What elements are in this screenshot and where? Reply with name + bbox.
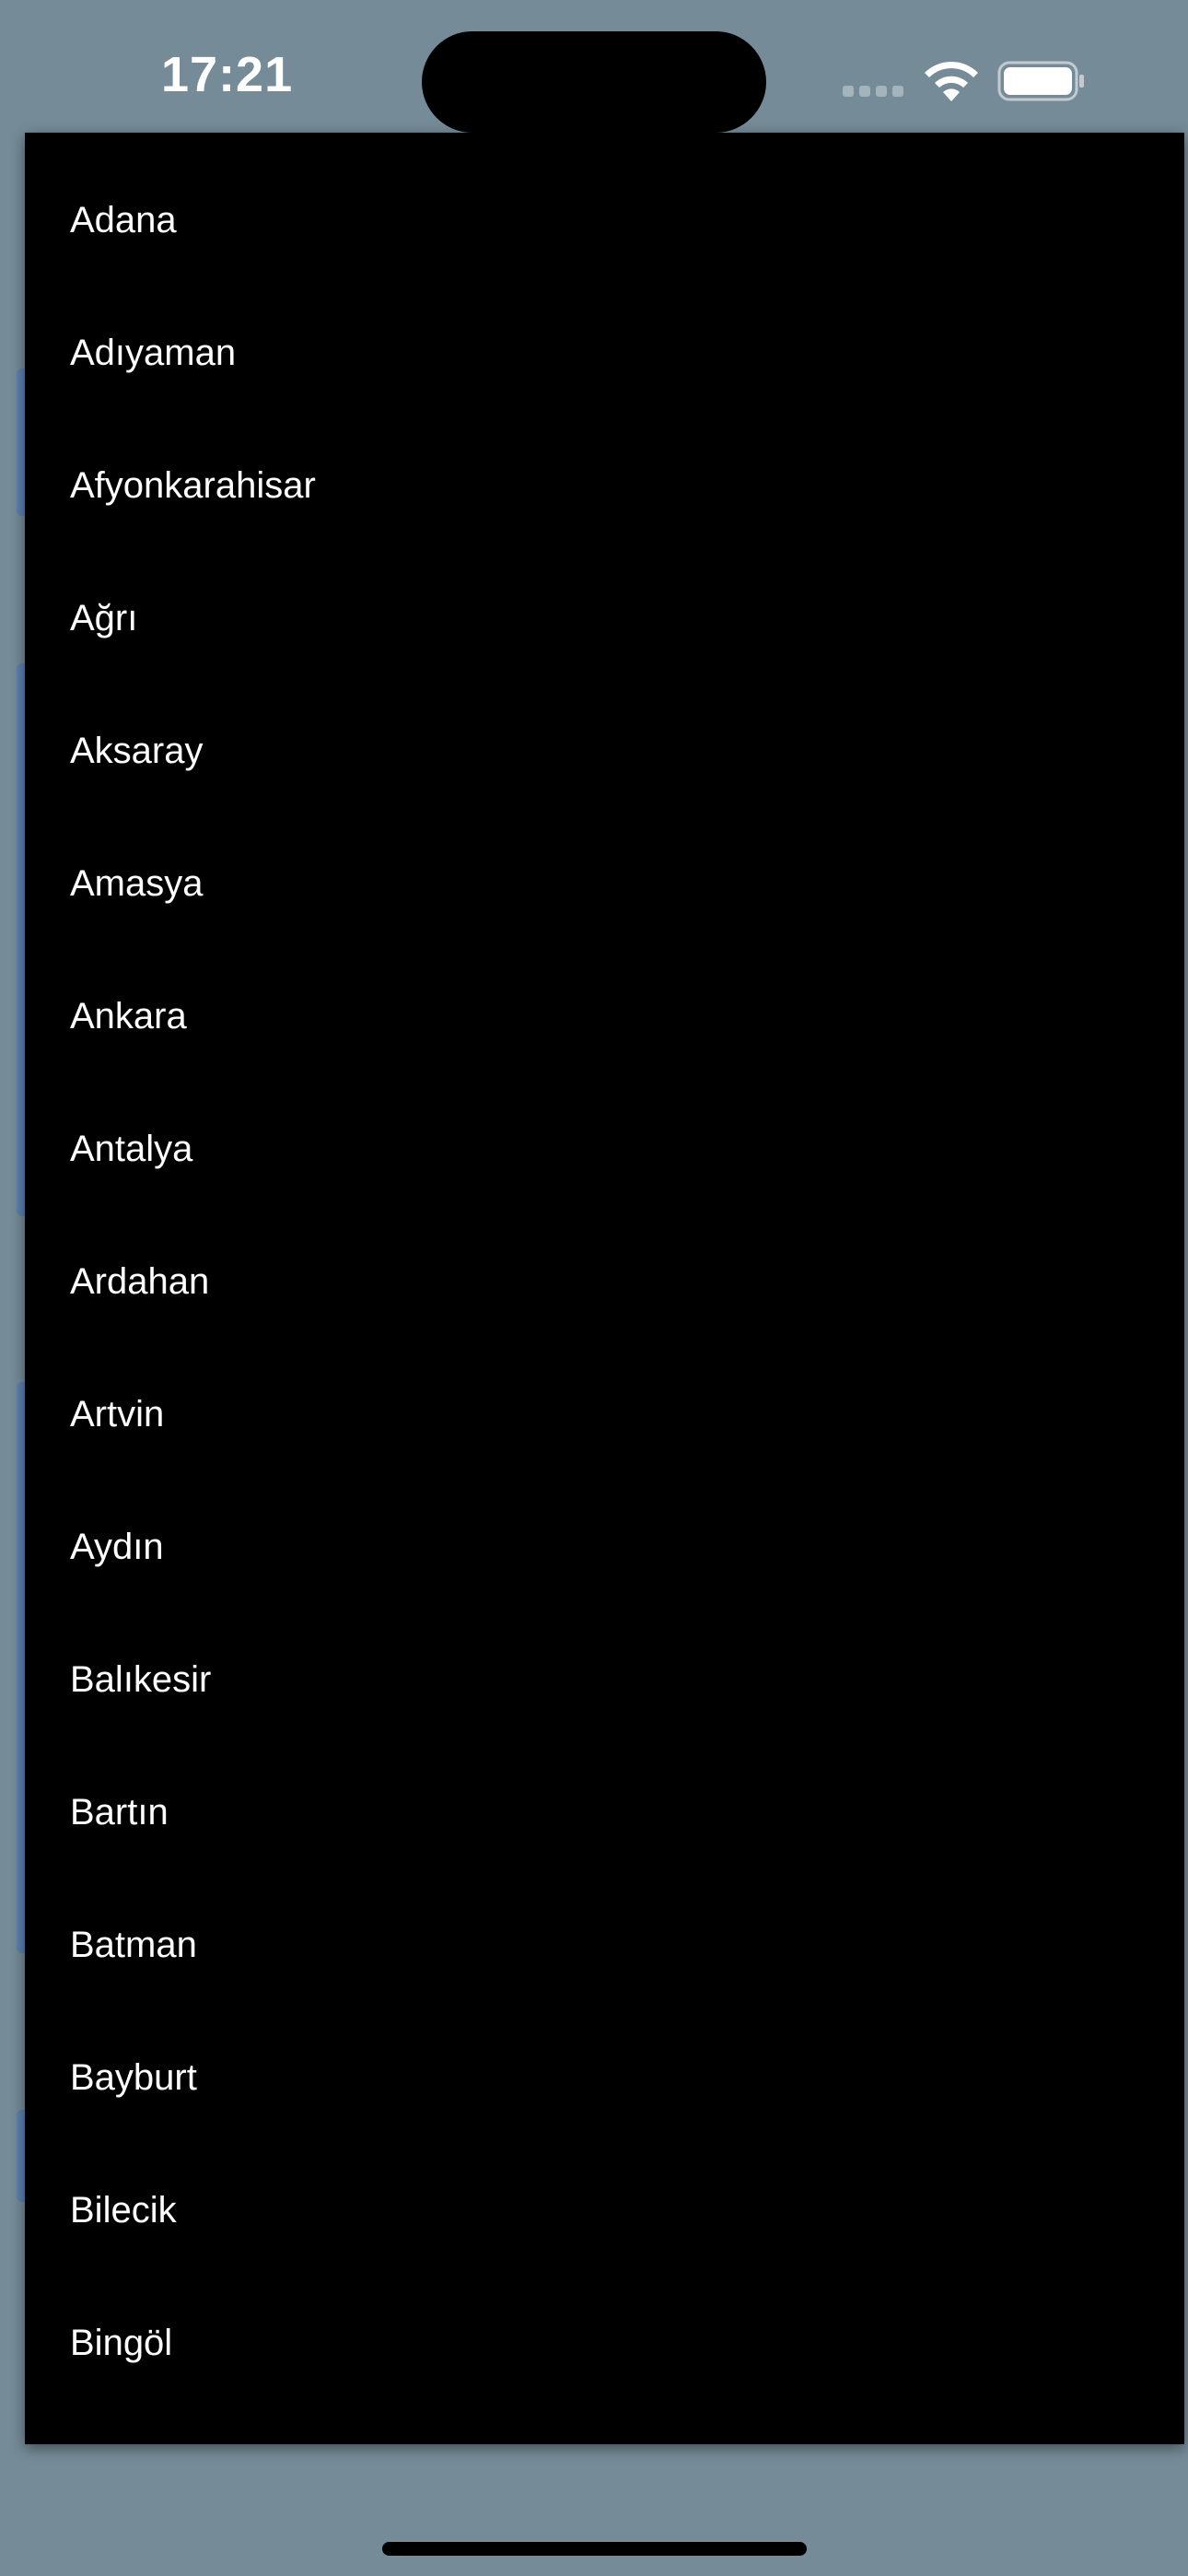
- menu-item-city[interactable]: Artvin: [25, 1348, 1184, 1481]
- home-indicator[interactable]: [382, 2542, 807, 2556]
- menu-item-city[interactable]: Bayburt: [25, 2011, 1184, 2144]
- signal-icon: [843, 86, 903, 97]
- menu-item-city[interactable]: Aydın: [25, 1481, 1184, 1613]
- city-list: Adana Adıyaman Afyonkarahisar Ağrı Aksar…: [25, 154, 1184, 2409]
- menu-item-city[interactable]: Bartın: [25, 1746, 1184, 1879]
- menu-item-city[interactable]: Ağrı: [25, 552, 1184, 685]
- menu-item-city[interactable]: Aksaray: [25, 685, 1184, 817]
- menu-item-city[interactable]: Bingöl: [25, 2277, 1184, 2409]
- menu-item-city[interactable]: Afyonkarahisar: [25, 419, 1184, 552]
- status-time: 17:21: [161, 47, 294, 102]
- menu-item-city[interactable]: Ardahan: [25, 1215, 1184, 1348]
- status-bar: 17:21: [0, 0, 1188, 138]
- battery-icon: [997, 61, 1084, 101]
- menu-item-city[interactable]: Ankara: [25, 950, 1184, 1083]
- dynamic-island: [422, 31, 766, 133]
- menu-item-city[interactable]: Amasya: [25, 817, 1184, 950]
- menu-item-city[interactable]: Adana: [25, 154, 1184, 287]
- menu-item-city[interactable]: Bilecik: [25, 2144, 1184, 2277]
- wifi-icon: [925, 61, 978, 101]
- menu-item-city[interactable]: Batman: [25, 1879, 1184, 2011]
- menu-item-city[interactable]: Antalya: [25, 1083, 1184, 1215]
- menu-item-city[interactable]: Balıkesir: [25, 1613, 1184, 1746]
- city-dropdown-menu[interactable]: Adana Adıyaman Afyonkarahisar Ağrı Aksar…: [25, 133, 1184, 2444]
- menu-item-city[interactable]: Adıyaman: [25, 287, 1184, 419]
